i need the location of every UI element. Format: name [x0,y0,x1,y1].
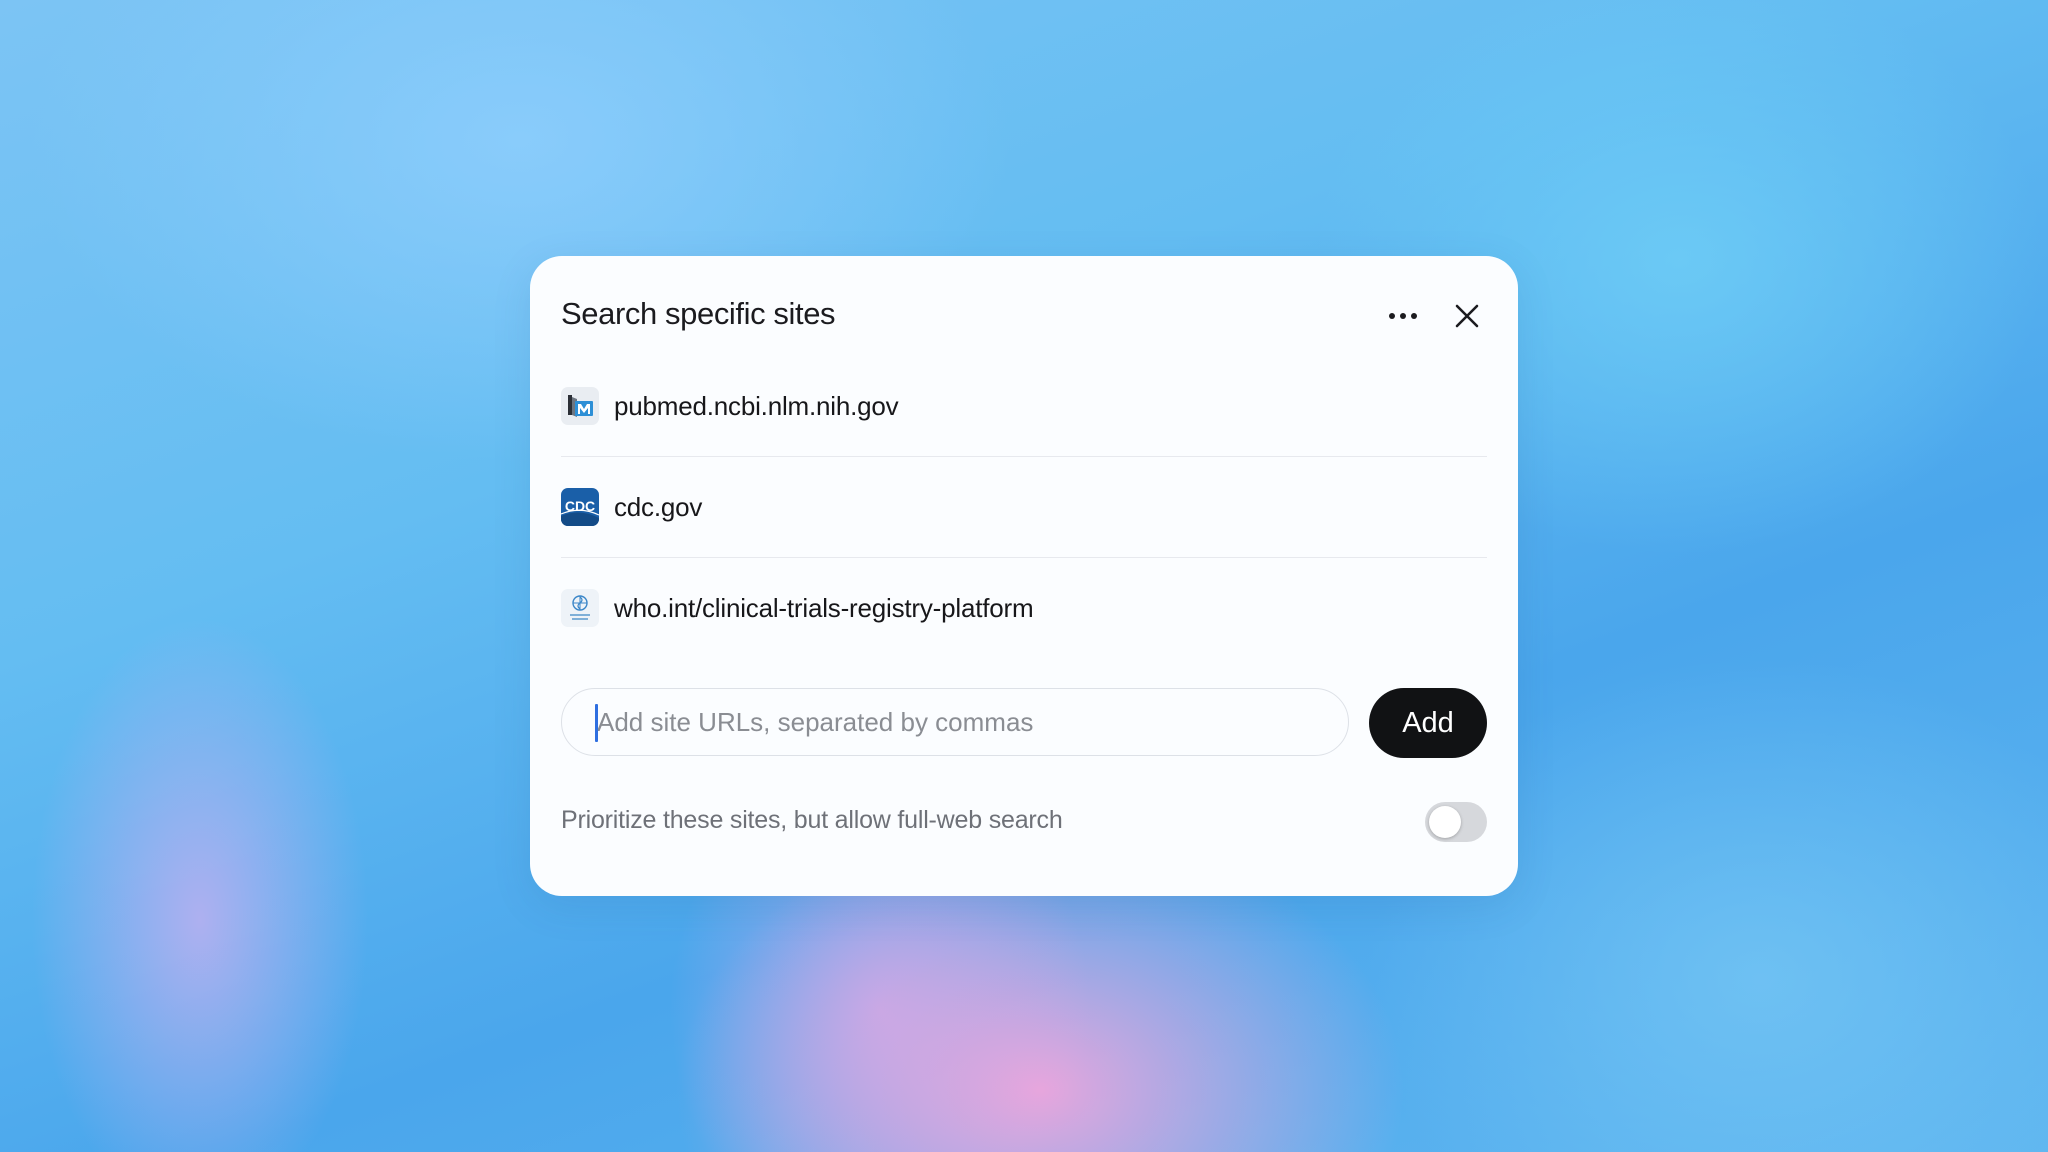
dialog-header: Search specific sites [561,286,1487,346]
site-list: pubmed.ncbi.nlm.nih.gov CDC cdc.gov who.… [561,356,1487,658]
site-url-input[interactable] [561,688,1349,756]
prioritize-label: Prioritize these sites, but allow full-w… [561,806,1063,834]
site-item-pubmed[interactable]: pubmed.ncbi.nlm.nih.gov [561,356,1487,456]
search-specific-sites-dialog: Search specific sites pubmed.ncbi.nlm.ni… [530,256,1518,896]
dialog-title: Search specific sites [561,296,836,331]
pubmed-favicon [561,387,599,425]
site-label: who.int/clinical-trials-registry-platfor… [614,592,1034,623]
prioritize-toggle[interactable] [1425,802,1487,842]
close-button[interactable] [1447,296,1487,336]
close-icon [1455,304,1479,328]
site-item-who[interactable]: who.int/clinical-trials-registry-platfor… [561,557,1487,658]
more-options-button[interactable] [1383,296,1423,336]
site-label: pubmed.ncbi.nlm.nih.gov [614,390,899,421]
add-button[interactable]: Add [1369,688,1487,758]
more-horizontal-icon [1389,313,1417,319]
site-item-cdc[interactable]: CDC cdc.gov [561,456,1487,557]
site-label: cdc.gov [614,491,703,522]
text-caret [595,704,598,742]
toggle-knob [1429,806,1461,838]
cdc-favicon-text: CDC [565,498,595,514]
add-site-form: Add [561,688,1487,758]
cdc-favicon: CDC [561,488,599,526]
prioritize-setting: Prioritize these sites, but allow full-w… [561,802,1487,842]
who-favicon [561,589,599,627]
